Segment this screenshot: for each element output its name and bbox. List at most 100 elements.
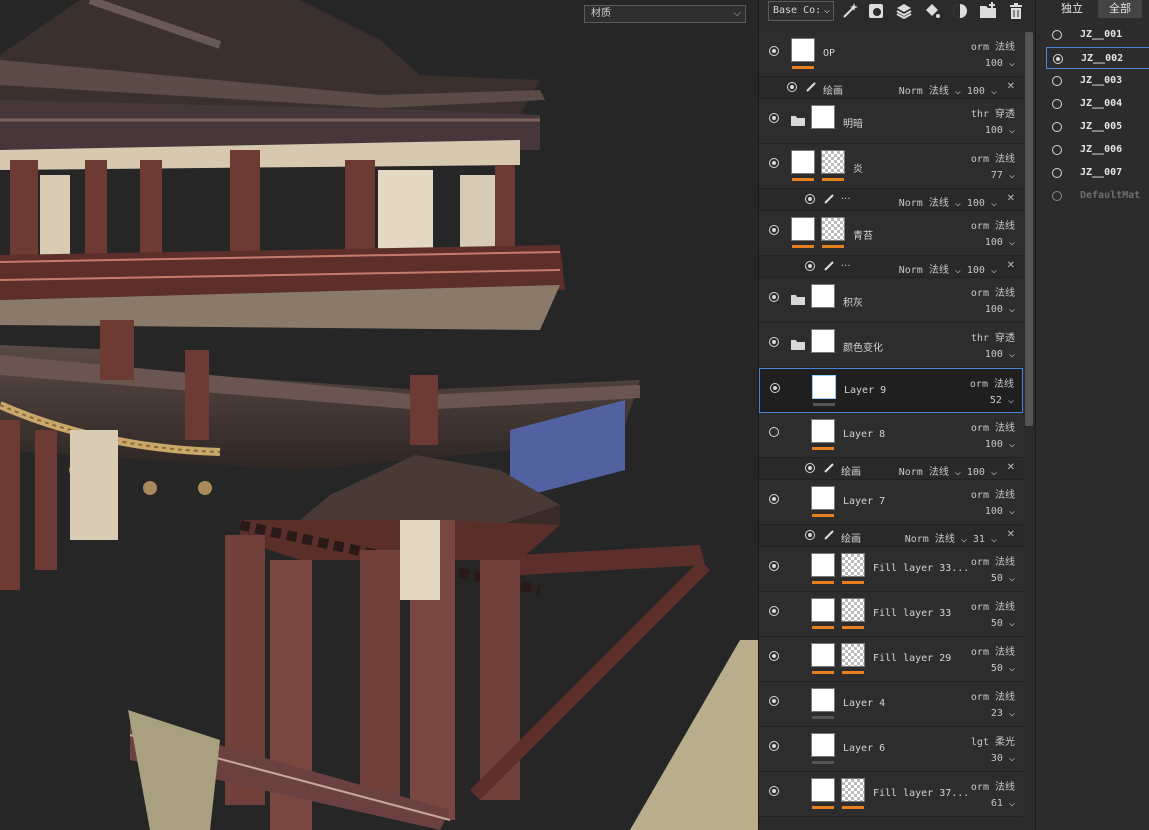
close-icon[interactable]: ✕ (1007, 529, 1015, 540)
visibility-toggle-icon[interactable] (805, 530, 815, 540)
layer-row[interactable]: Fill layer 33 orm 法线 50 ⌵ (759, 592, 1023, 637)
radio-icon[interactable] (1052, 145, 1062, 155)
chevron-down-icon[interactable]: ⌵ (1003, 753, 1015, 764)
radio-icon[interactable] (1052, 122, 1062, 132)
layer-row[interactable]: Fill layer 33... orm 法线 50 ⌵ (759, 547, 1023, 592)
visibility-toggle-icon[interactable] (769, 158, 779, 168)
texture-set-item[interactable]: JZ__001 (1046, 24, 1149, 46)
effect-row[interactable]: 绘画 Norm 法线 ⌵ 100 ⌵ ✕ (759, 77, 1023, 99)
chevron-down-icon[interactable]: ⌵ (949, 467, 967, 478)
opacity-value[interactable]: 50 ⌵ (991, 618, 1015, 629)
material-dropdown[interactable]: 材质 ⌵ (584, 5, 746, 23)
layer-row[interactable]: Layer 4 orm 法线 23 ⌵ (759, 682, 1023, 727)
channel-dropdown[interactable]: Base Co: ⌵ (768, 1, 834, 21)
layer-row[interactable]: 积灰 orm 法线 100 ⌵ (759, 278, 1023, 323)
chevron-down-icon[interactable]: ⌵ (1003, 125, 1015, 136)
visibility-toggle-icon[interactable] (769, 786, 779, 796)
opacity-value[interactable]: 100 ⌵ (985, 439, 1015, 450)
opacity-value[interactable]: 100 ⌵ (985, 125, 1015, 136)
radio-icon[interactable] (1052, 76, 1062, 86)
blend-mode[interactable]: thr 穿透 (971, 105, 1015, 120)
radio-icon[interactable] (1052, 191, 1062, 201)
layer-mask-thumbnail[interactable] (821, 217, 845, 241)
layer-mask-thumbnail[interactable] (841, 643, 865, 667)
blend-mode[interactable]: orm 法线 (971, 688, 1015, 703)
chevron-down-icon[interactable]: ⌵ (1003, 618, 1015, 629)
chevron-down-icon[interactable]: ⌵ (1003, 663, 1015, 674)
blend-mode[interactable]: orm 法线 (971, 643, 1015, 658)
chevron-down-icon[interactable]: ⌵ (1003, 708, 1015, 719)
layer-row[interactable]: 青苔 orm 法线 100 ⌵ (759, 211, 1023, 256)
layer-row[interactable]: Fill layer 29 orm 法线 50 ⌵ (759, 637, 1023, 682)
visibility-toggle-icon[interactable] (769, 494, 779, 504)
chevron-down-icon[interactable]: ⌵ (1003, 237, 1015, 248)
visibility-toggle-icon[interactable] (769, 225, 779, 235)
opacity-value[interactable]: 100 ⌵ (985, 237, 1015, 248)
folder-open-icon[interactable] (791, 340, 805, 350)
visibility-toggle-icon[interactable] (769, 741, 779, 751)
layer-row[interactable]: Layer 8 orm 法线 100 ⌵ (759, 413, 1023, 458)
blend-mode[interactable]: orm 法线 (971, 419, 1015, 434)
close-icon[interactable]: ✕ (1007, 81, 1015, 92)
opacity-value[interactable]: 23 ⌵ (991, 708, 1015, 719)
trash-icon[interactable] (1007, 2, 1025, 20)
texture-set-item[interactable]: JZ__002 (1046, 47, 1149, 69)
chevron-down-icon[interactable]: ⌵ (985, 198, 997, 209)
tab-independent[interactable]: 独立 (1050, 0, 1094, 18)
visibility-toggle-icon[interactable] (769, 651, 779, 661)
visibility-toggle-icon[interactable] (805, 194, 815, 204)
radio-icon[interactable] (1053, 54, 1063, 64)
effect-blend-mode[interactable]: Norm 法线 ⌵ 100 ⌵ (899, 463, 997, 478)
visibility-toggle-icon[interactable] (769, 292, 779, 302)
layer-mask-thumbnail[interactable] (841, 553, 865, 577)
chevron-down-icon[interactable]: ⌵ (985, 467, 997, 478)
opacity-value[interactable]: 61 ⌵ (991, 798, 1015, 809)
chevron-down-icon[interactable]: ⌵ (949, 198, 967, 209)
chevron-down-icon[interactable]: ⌵ (949, 86, 967, 97)
opacity-value[interactable]: 77 ⌵ (991, 170, 1015, 181)
blend-mode[interactable]: orm 法线 (971, 598, 1015, 613)
blend-mode[interactable]: orm 法线 (971, 150, 1015, 165)
chevron-down-icon[interactable]: ⌵ (985, 265, 997, 276)
chevron-down-icon[interactable]: ⌵ (1003, 170, 1015, 181)
chevron-down-icon[interactable]: ⌵ (1003, 58, 1015, 69)
visibility-toggle-icon[interactable] (769, 696, 779, 706)
blend-mode[interactable]: orm 法线 (971, 778, 1015, 793)
blend-mode[interactable]: orm 法线 (971, 486, 1015, 501)
chevron-down-icon[interactable]: ⌵ (1003, 798, 1015, 809)
effect-row[interactable]: 绘画 Norm 法线 ⌵ 100 ⌵ ✕ (759, 458, 1023, 480)
effect-row[interactable]: ··· Norm 法线 ⌵ 100 ⌵ ✕ (759, 256, 1023, 278)
chevron-down-icon[interactable]: ⌵ (1003, 439, 1015, 450)
close-icon[interactable]: ✕ (1007, 260, 1015, 271)
layer-mask-thumbnail[interactable] (841, 598, 865, 622)
effect-blend-mode[interactable]: Norm 法线 ⌵ 100 ⌵ (899, 82, 997, 97)
add-folder-icon[interactable] (979, 2, 997, 20)
opacity-value[interactable]: 50 ⌵ (991, 573, 1015, 584)
opacity-value[interactable]: 100 ⌵ (985, 58, 1015, 69)
layer-row[interactable]: 明暗 thr 穿透 100 ⌵ (759, 99, 1023, 144)
blend-mode[interactable]: orm 法线 (971, 284, 1015, 299)
layer-row[interactable]: Layer 7 orm 法线 100 ⌵ (759, 480, 1023, 525)
opacity-value[interactable]: 52 ⌵ (990, 395, 1014, 406)
add-layer-icon[interactable] (895, 2, 913, 20)
layer-row[interactable]: Layer 9 orm 法线 52 ⌵ (759, 368, 1023, 413)
folder-icon[interactable] (791, 116, 805, 126)
texture-set-item[interactable]: JZ__003 (1046, 70, 1149, 92)
radio-icon[interactable] (1052, 99, 1062, 109)
opacity-value[interactable]: 30 ⌵ (991, 753, 1015, 764)
visibility-toggle-icon[interactable] (770, 383, 780, 393)
visibility-toggle-icon[interactable] (769, 337, 779, 347)
texture-set-item[interactable]: JZ__004 (1046, 93, 1149, 115)
tab-all[interactable]: 全部 (1098, 0, 1142, 18)
layer-row[interactable]: Layer 6 lgt 柔光 30 ⌵ (759, 727, 1023, 772)
effect-blend-mode[interactable]: Norm 法线 ⌵ 100 ⌵ (899, 194, 997, 209)
magic-wand-icon[interactable] (841, 2, 859, 20)
opacity-value[interactable]: 100 ⌵ (985, 304, 1015, 315)
layer-row[interactable]: Fill layer 37... orm 法线 61 ⌵ (759, 772, 1023, 817)
layer-row[interactable]: 颜色变化 thr 穿透 100 ⌵ (759, 323, 1023, 368)
effect-blend-mode[interactable]: Norm 法线 ⌵ 31 ⌵ (905, 530, 997, 545)
blend-mode[interactable]: orm 法线 (970, 375, 1014, 390)
visibility-toggle-icon[interactable] (769, 427, 779, 437)
texture-set-item[interactable]: JZ__005 (1046, 116, 1149, 138)
blend-mode[interactable]: orm 法线 (971, 38, 1015, 53)
